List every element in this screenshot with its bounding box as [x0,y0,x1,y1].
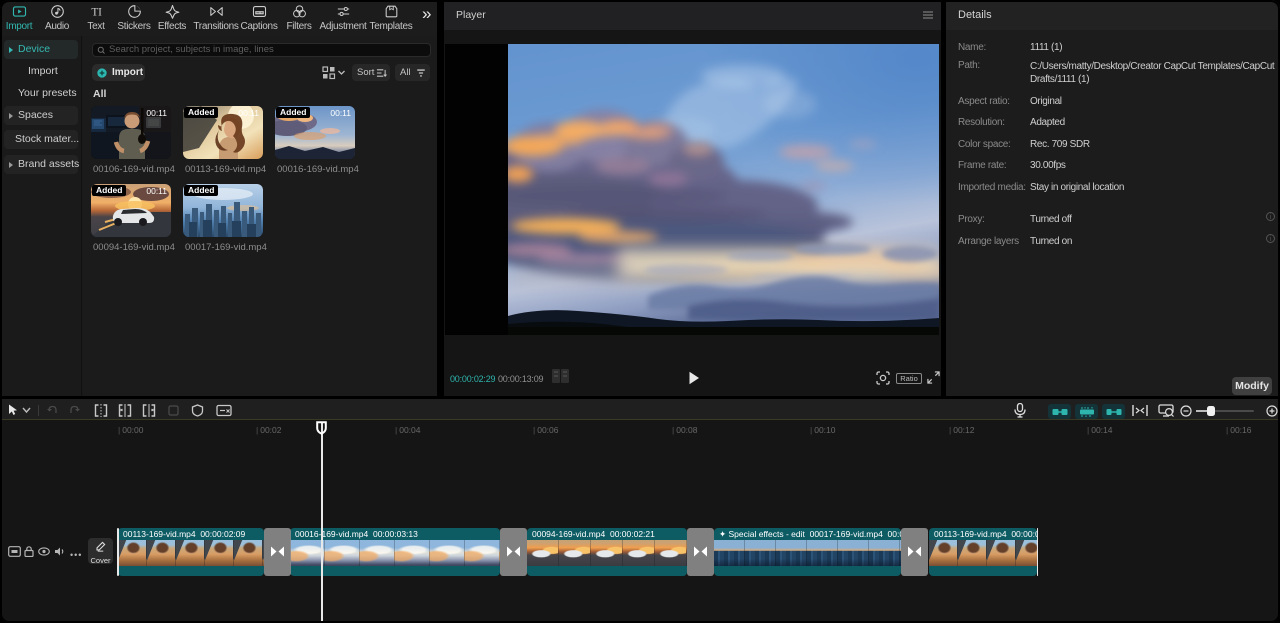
svg-text:TI: TI [91,6,102,18]
